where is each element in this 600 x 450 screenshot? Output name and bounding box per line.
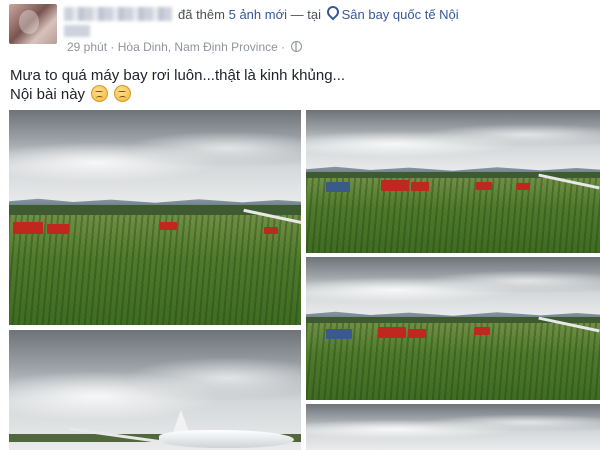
plane-tail xyxy=(173,410,189,432)
photo-sky xyxy=(306,404,600,450)
photo-5[interactable] xyxy=(306,404,600,450)
action-text: đã thêm xyxy=(178,7,225,22)
fire-truck xyxy=(378,327,406,338)
plane-fuselage xyxy=(159,430,294,448)
separator-text: — tại xyxy=(290,7,321,22)
fire-truck xyxy=(408,329,426,338)
timestamp[interactable]: 29 phút xyxy=(67,40,107,54)
photo-4[interactable] xyxy=(9,330,301,450)
photo-sky xyxy=(306,110,600,172)
meta-dot: · xyxy=(110,40,115,54)
fire-truck xyxy=(13,222,43,234)
location-link[interactable]: Sân bay quốc tế Nội xyxy=(342,7,459,22)
sad-face-emoji-icon xyxy=(114,85,132,102)
globe-icon[interactable] xyxy=(290,41,302,52)
post-text-line-2-text: Nội bài này xyxy=(10,86,86,103)
truck xyxy=(326,182,350,192)
post-meta: 29 phút · Hòa Dinh, Nam Định Province · xyxy=(67,40,302,54)
fire-truck xyxy=(264,227,278,234)
photo-1[interactable] xyxy=(9,110,301,325)
fire-truck xyxy=(474,327,490,335)
post-header: đã thêm 5 ảnh mới — tại Sân bay quốc tế … xyxy=(178,3,459,22)
fire-truck xyxy=(381,180,409,191)
post-text-line-2: Nội bài này xyxy=(10,85,345,104)
fire-truck xyxy=(476,182,492,190)
avatar[interactable] xyxy=(9,4,57,44)
fire-truck xyxy=(47,224,69,234)
fire-truck xyxy=(516,183,530,190)
photo-3[interactable] xyxy=(306,257,600,400)
author-name-blurred[interactable] xyxy=(64,7,172,21)
truck xyxy=(326,329,352,339)
photo-2[interactable] xyxy=(306,110,600,253)
photo-count-link[interactable]: 5 ảnh mới xyxy=(229,7,287,22)
location-pin-icon xyxy=(324,3,342,21)
sad-face-emoji-icon xyxy=(91,85,109,102)
post-text-line-1: Mưa to quá máy bay rơi luôn...thật là ki… xyxy=(10,67,346,84)
photo-sky xyxy=(9,110,301,205)
meta-place[interactable]: Hòa Dinh, Nam Định Province xyxy=(118,40,278,54)
photo-field xyxy=(306,178,600,253)
facebook-post: đã thêm 5 ảnh mới — tại Sân bay quốc tế … xyxy=(0,0,600,450)
post-text: Mưa to quá máy bay rơi luôn...thật là ki… xyxy=(10,66,345,104)
fire-truck xyxy=(159,222,177,230)
author-name-blurred-2 xyxy=(64,25,90,37)
meta-dot-2: · xyxy=(281,40,286,54)
photo-sky xyxy=(306,257,600,317)
fire-truck xyxy=(411,182,429,191)
